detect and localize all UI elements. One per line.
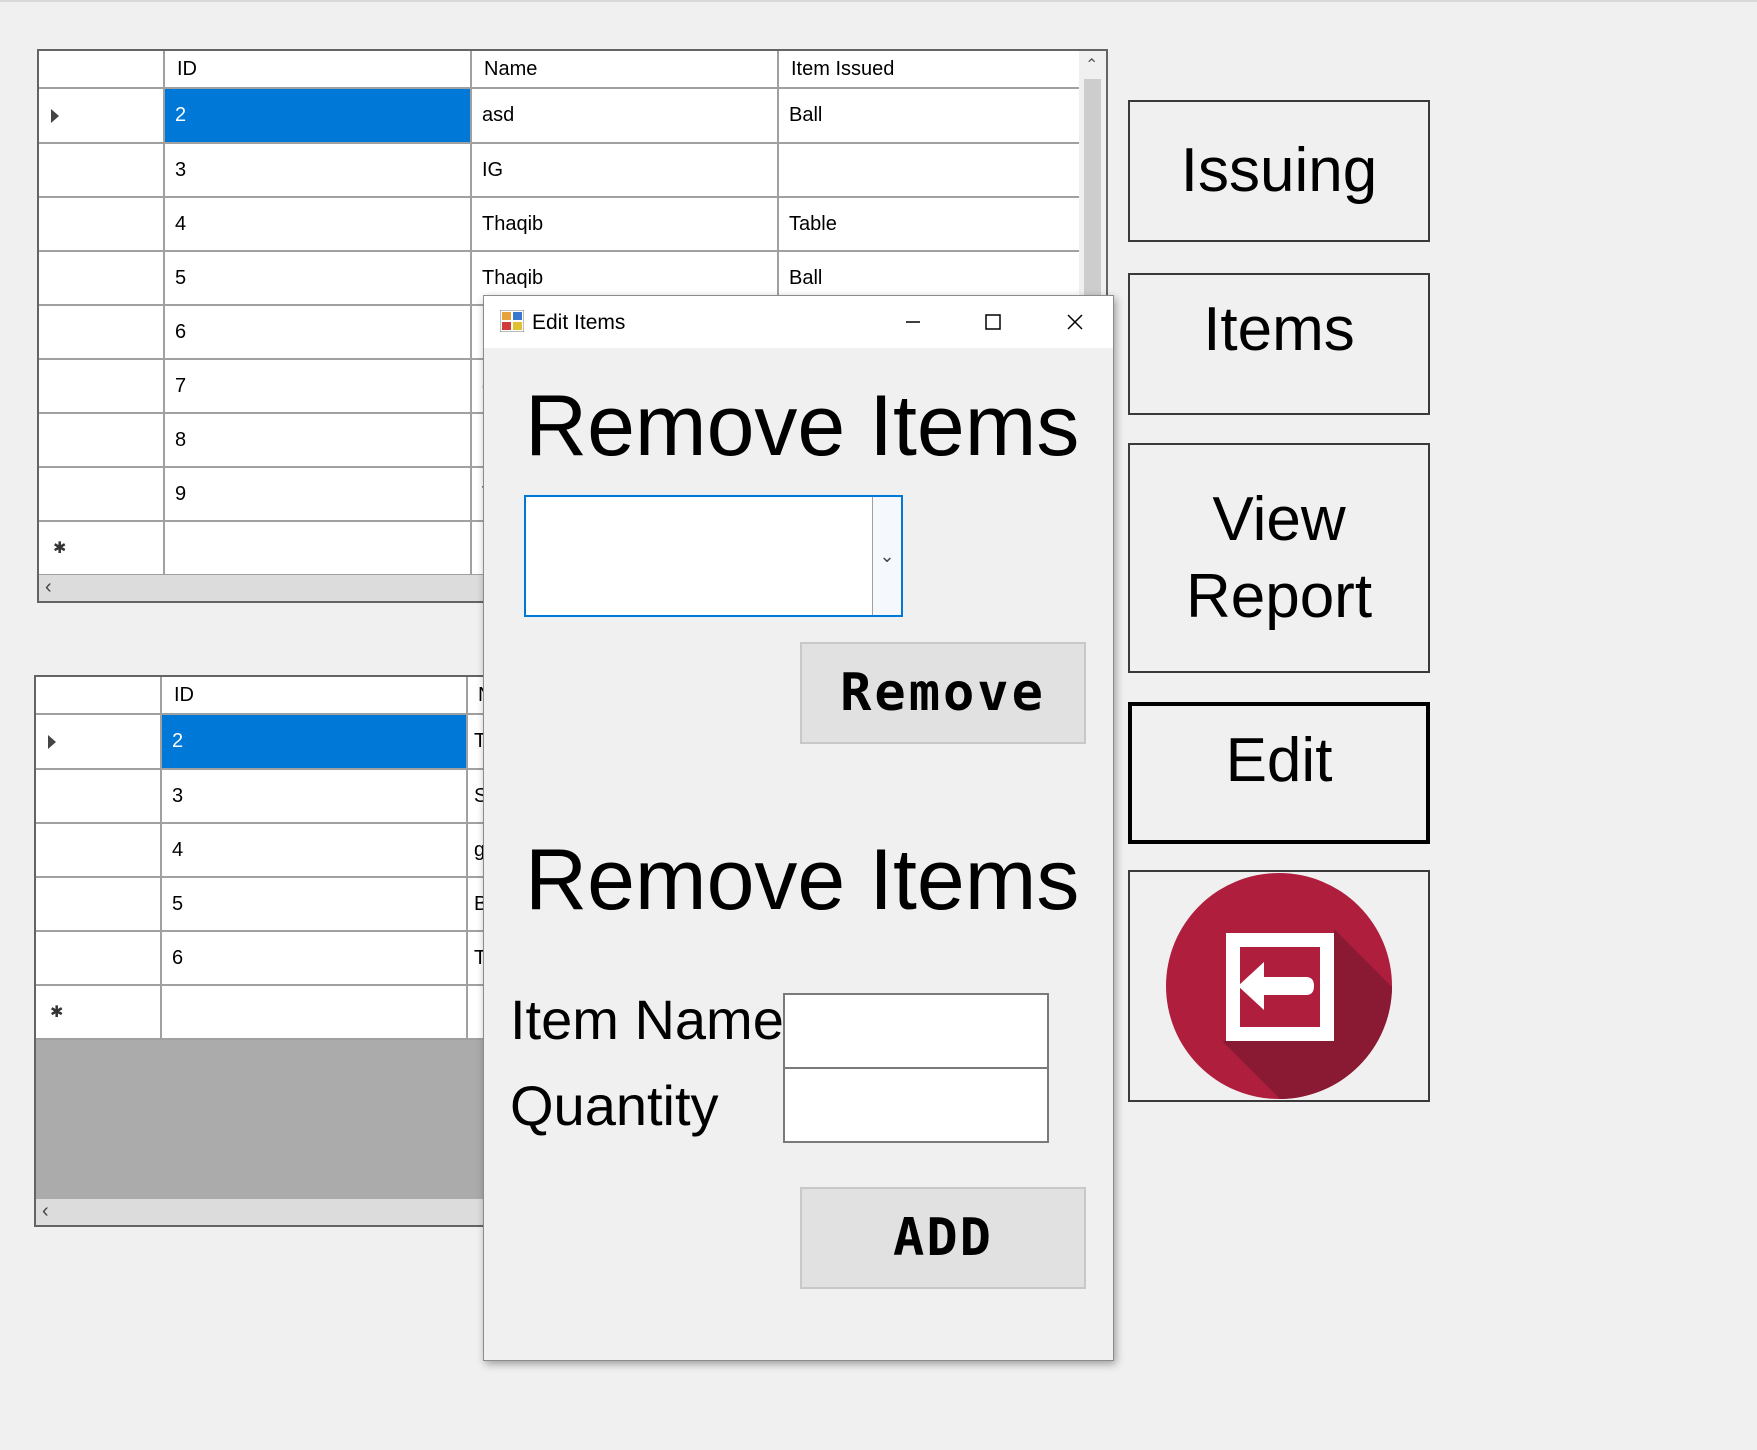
issuing-button[interactable]: Issuing [1128, 100, 1430, 242]
item-name-field[interactable] [783, 993, 1049, 1069]
new-row-star-icon: ✱ [50, 1004, 64, 1021]
column-header-item-issued[interactable]: Item Issued [779, 51, 1079, 89]
cell-id[interactable] [162, 986, 468, 1040]
row-selector[interactable] [39, 306, 165, 360]
current-row-arrow-icon [51, 108, 59, 123]
table-row[interactable]: 3 S [36, 770, 492, 824]
cell-id[interactable]: 4 [165, 198, 472, 252]
column-header-id[interactable]: ID [162, 677, 468, 715]
cell-id[interactable]: 2 [162, 715, 468, 770]
row-selector[interactable] [39, 89, 165, 144]
cell-id[interactable]: 6 [162, 932, 468, 986]
cell-id[interactable]: 4 [162, 824, 468, 878]
close-button[interactable] [1057, 304, 1093, 340]
row-selector[interactable] [39, 468, 165, 522]
quantity-field[interactable] [783, 1067, 1049, 1143]
remove-button[interactable]: Remove [800, 642, 1086, 744]
cell-id[interactable]: 3 [165, 144, 472, 198]
edit-items-dialog[interactable]: Edit Items Remove Items ⌄ Remove Remove … [483, 295, 1114, 1361]
window-top-border [0, 0, 1757, 2]
items-button[interactable]: Items [1128, 273, 1430, 415]
table-row[interactable]: 4 Thaqib Table [39, 198, 1079, 252]
add-items-heading: Remove Items [525, 832, 1080, 928]
back-button[interactable] [1128, 870, 1430, 1102]
cell-item-issued[interactable] [779, 144, 1079, 198]
scroll-up-icon[interactable]: ⌃ [1085, 55, 1098, 75]
current-row-arrow-icon [48, 734, 56, 749]
column-header-id[interactable]: ID [165, 51, 472, 89]
cell-item-issued[interactable]: Table [779, 198, 1079, 252]
table-row[interactable]: 2 asd Ball [39, 89, 1079, 144]
row-selector[interactable] [39, 252, 165, 306]
horizontal-scrollbar[interactable]: ‹ [36, 1199, 492, 1225]
table-row[interactable]: 5 B [36, 878, 492, 932]
app-icon [500, 310, 524, 332]
maximize-icon [985, 314, 1001, 330]
add-button[interactable]: ADD [800, 1187, 1086, 1289]
new-row-star-icon: ✱ [53, 540, 67, 557]
row-selector[interactable] [36, 770, 162, 824]
grid-header-row: ID Name Item Issued [39, 51, 1079, 89]
minimize-button[interactable] [895, 304, 931, 340]
cell-id[interactable]: 7 [165, 360, 472, 414]
scroll-left-icon[interactable]: ‹ [42, 1200, 49, 1223]
row-selector[interactable] [36, 932, 162, 986]
cell-id[interactable]: 8 [165, 414, 472, 468]
cell-id[interactable]: 5 [165, 252, 472, 306]
cell-id[interactable] [165, 522, 472, 576]
close-icon [1067, 314, 1083, 330]
row-selector[interactable]: ✱ [36, 986, 162, 1040]
remove-items-heading: Remove Items [525, 378, 1080, 474]
row-header-corner [36, 677, 162, 715]
view-report-label: View Report [1185, 484, 1373, 632]
item-name-label: Item Name [510, 988, 784, 1051]
cell-item-issued[interactable]: Ball [779, 89, 1079, 144]
view-report-button[interactable]: View Report [1128, 443, 1430, 673]
chevron-down-icon[interactable]: ⌄ [872, 497, 901, 615]
quantity-label: Quantity [510, 1074, 719, 1137]
row-selector[interactable] [39, 360, 165, 414]
maximize-button[interactable] [975, 304, 1011, 340]
cell-id[interactable]: 9 [165, 468, 472, 522]
row-selector[interactable]: ✱ [39, 522, 165, 576]
cell-id[interactable]: 6 [165, 306, 472, 360]
table-row[interactable]: 2 T [36, 715, 492, 770]
table-row[interactable]: 3 IG [39, 144, 1079, 198]
new-row[interactable]: ✱ [36, 986, 492, 1040]
remove-item-combobox[interactable]: ⌄ [524, 495, 903, 617]
cell-id[interactable]: 5 [162, 878, 468, 932]
dialog-titlebar[interactable]: Edit Items [484, 296, 1113, 348]
cell-name[interactable]: Thaqib [472, 198, 779, 252]
row-selector[interactable] [36, 824, 162, 878]
table-row[interactable]: 6 T [36, 932, 492, 986]
column-header-name[interactable]: Name [472, 51, 779, 89]
minimize-icon [906, 321, 920, 323]
exit-arrow-icon [1166, 873, 1392, 1099]
row-selector[interactable] [36, 715, 162, 770]
row-header-corner [39, 51, 165, 89]
grid-header-row: ID N [36, 677, 492, 715]
edit-button[interactable]: Edit [1128, 702, 1430, 844]
scroll-left-icon[interactable]: ‹ [45, 576, 52, 599]
row-selector[interactable] [39, 198, 165, 252]
dialog-title: Edit Items [532, 311, 626, 334]
cell-id[interactable]: 3 [162, 770, 468, 824]
row-selector[interactable] [39, 414, 165, 468]
table-row[interactable]: 4 g [36, 824, 492, 878]
cell-name[interactable]: asd [472, 89, 779, 144]
row-selector[interactable] [39, 144, 165, 198]
items-grid[interactable]: ID N 2 T 3 S 4 g 5 B 6 T ✱ ‹ [34, 675, 494, 1227]
cell-name[interactable]: IG [472, 144, 779, 198]
row-selector[interactable] [36, 878, 162, 932]
cell-id[interactable]: 2 [165, 89, 472, 144]
